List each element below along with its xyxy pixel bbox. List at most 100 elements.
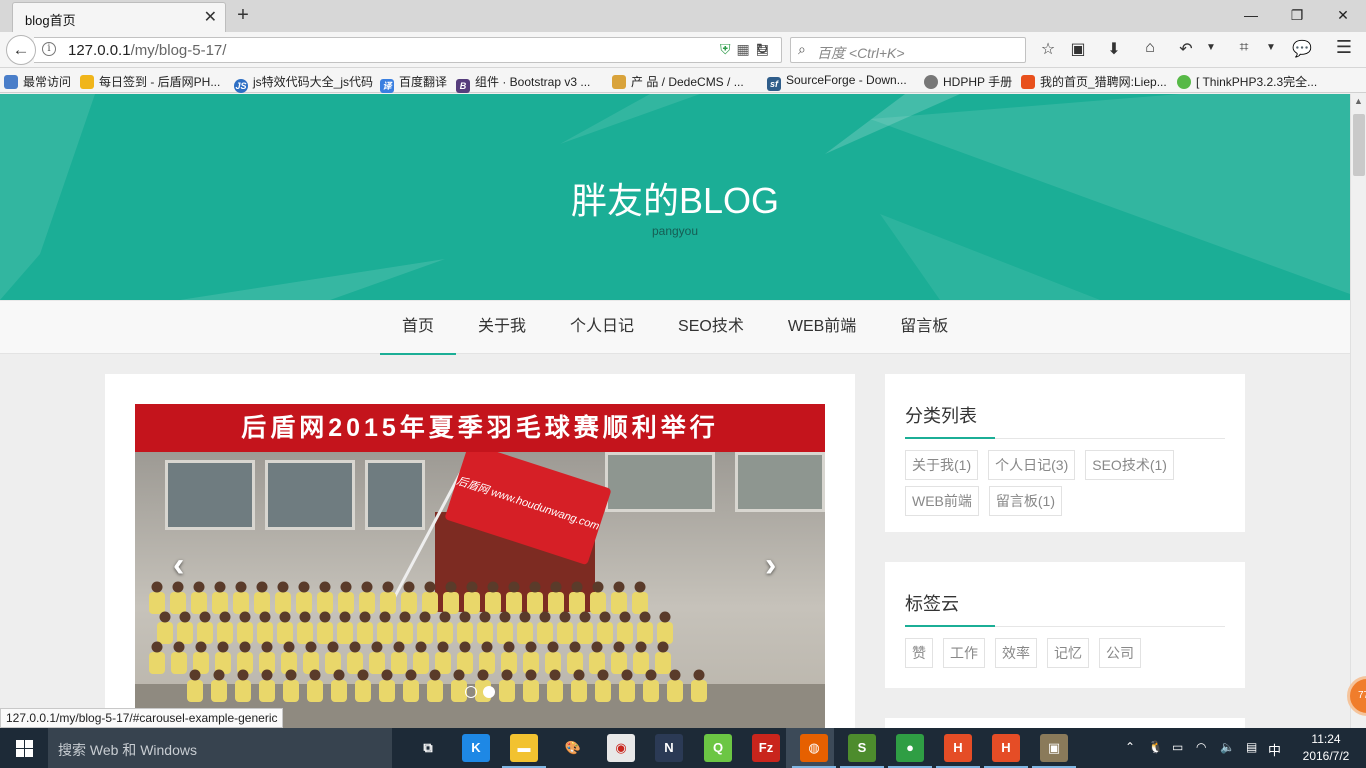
- navicat-icon[interactable]: N: [655, 734, 683, 762]
- star-icon[interactable]: ☆: [1037, 39, 1059, 59]
- ime-indicator[interactable]: 中: [1268, 740, 1281, 759]
- restore-button[interactable]: ❐: [1282, 4, 1312, 26]
- undo-icon[interactable]: ↶: [1175, 39, 1197, 59]
- tab-title: blog首页: [25, 13, 76, 28]
- taskbar-search[interactable]: 搜索 Web 和 Windows: [48, 728, 392, 768]
- tag-chip[interactable]: 公司: [1099, 638, 1141, 668]
- presentation-icon[interactable]: ◉: [607, 734, 635, 762]
- status-link-tooltip: 127.0.0.1/my/blog-5-17/#carousel-example…: [0, 708, 284, 728]
- firefox-icon[interactable]: ◍: [800, 734, 828, 762]
- chrome-icon[interactable]: ●: [896, 734, 924, 762]
- search-placeholder: 百度 <Ctrl+K>: [817, 45, 905, 61]
- dedecms-icon: [612, 75, 626, 89]
- carousel-dot-1[interactable]: [465, 686, 477, 698]
- info-icon[interactable]: i: [42, 42, 56, 56]
- url-bar[interactable]: i 127.0.0.1/my/blog-5-17/ ⛨▦▤: [34, 37, 782, 63]
- task-view-icon[interactable]: ⧉: [414, 734, 442, 762]
- shield-icon: ⛨: [720, 41, 737, 57]
- bookmark-item[interactable]: 译百度翻译: [380, 73, 447, 93]
- windows-start-button[interactable]: [0, 728, 48, 768]
- tag-chip[interactable]: 记忆: [1047, 638, 1089, 668]
- close-tab-icon[interactable]: ✕: [204, 7, 217, 27]
- taskbar-clock[interactable]: 11:24 2016/7/2: [1294, 731, 1358, 765]
- bookmark-item[interactable]: 最常访问: [4, 73, 71, 90]
- tag-chip[interactable]: 工作: [943, 638, 985, 668]
- bookmark-item[interactable]: B 组件 · Bootstrap v3 ...: [456, 73, 590, 93]
- tag-chip[interactable]: 赞: [905, 638, 933, 668]
- blog-title: 胖友的BLOG: [570, 180, 780, 221]
- kugou-icon[interactable]: K: [462, 734, 490, 762]
- qq-tray-icon[interactable]: 🐧: [1148, 740, 1163, 754]
- blog-header: 胖友的BLOG pangyou: [0, 94, 1350, 300]
- home-icon[interactable]: ⌂: [1139, 39, 1161, 57]
- sublime-icon[interactable]: S: [848, 734, 876, 762]
- screenshot-icon[interactable]: ⌗: [1233, 39, 1255, 57]
- bookmark-item[interactable]: sf SourceForge - Down...: [767, 73, 907, 91]
- paint-icon[interactable]: 🎨: [559, 734, 587, 762]
- chevron-up-icon[interactable]: ⌃: [1125, 740, 1135, 754]
- nav-diary[interactable]: 个人日记: [548, 301, 656, 354]
- chat-icon[interactable]: 💬: [1291, 39, 1313, 59]
- hbuilder-icon[interactable]: H: [944, 734, 972, 762]
- qq-game-icon[interactable]: Q: [704, 734, 732, 762]
- battery-icon[interactable]: ▭: [1172, 740, 1183, 754]
- filezilla-icon[interactable]: Fz: [752, 734, 780, 762]
- carousel-prev-icon[interactable]: ‹: [173, 546, 184, 585]
- download-icon[interactable]: ⬇: [1103, 39, 1125, 59]
- new-tab-button[interactable]: +: [233, 4, 253, 26]
- tab-bar: blog首页 ✕ + — ❐ ✕: [0, 0, 1366, 32]
- dropdown-icon-2[interactable]: ▼: [1260, 42, 1282, 53]
- carousel-indicators: [465, 686, 495, 698]
- liepin-icon: [1021, 75, 1035, 89]
- category-chip[interactable]: 关于我(1): [905, 450, 979, 480]
- photo-viewer-icon[interactable]: ▣: [1040, 734, 1068, 762]
- tag-list: 赞 工作 效率 记忆 公司: [905, 638, 1235, 668]
- tag-chip[interactable]: 效率: [995, 638, 1037, 668]
- search-box[interactable]: ⌕ 百度 <Ctrl+K>: [790, 37, 1026, 63]
- hand-icon: [80, 75, 94, 89]
- nav-about[interactable]: 关于我: [456, 301, 548, 354]
- nav-web-frontend[interactable]: WEB前端: [766, 301, 878, 354]
- site-nav: 首页 关于我 个人日记 SEO技术 WEB前端 留言板: [0, 300, 1350, 355]
- hbuilder2-icon[interactable]: H: [992, 734, 1020, 762]
- bookmark-item[interactable]: 我的首页_猎聘网:Liep...: [1021, 73, 1167, 90]
- notification-icon[interactable]: ▤: [1246, 740, 1257, 754]
- bookmark-item[interactable]: 每日签到 - 后盾网PH...: [80, 73, 220, 90]
- image-carousel[interactable]: 后盾网 www.houdunwang.com 后盾网2015年夏季羽毛球赛顺利举…: [135, 404, 825, 728]
- scroll-thumb[interactable]: [1353, 114, 1365, 176]
- carousel-dot-2[interactable]: [483, 686, 495, 698]
- category-chip[interactable]: 个人日记(3): [988, 450, 1076, 480]
- category-chip[interactable]: SEO技术(1): [1085, 450, 1174, 480]
- translate-icon: 译: [380, 79, 394, 93]
- bookmark-item[interactable]: [ ThinkPHP3.2.3完全...: [1177, 73, 1317, 90]
- crowd-photo: [135, 581, 825, 728]
- wifi-icon[interactable]: ◠: [1196, 740, 1206, 754]
- carousel-next-icon[interactable]: ›: [765, 546, 776, 585]
- back-button[interactable]: ←: [6, 35, 36, 65]
- menu-icon[interactable]: ☰: [1333, 37, 1355, 58]
- dropdown-icon[interactable]: ▼: [1200, 42, 1222, 53]
- search-icon: ⌕: [798, 41, 806, 57]
- minimize-button[interactable]: —: [1236, 4, 1266, 26]
- page-scrollbar[interactable]: ▲: [1350, 94, 1366, 728]
- next-widget: [885, 718, 1245, 728]
- reload-icon[interactable]: ↻: [756, 40, 769, 58]
- bookmarks-icon: [4, 75, 18, 89]
- sourceforge-icon: sf: [767, 77, 781, 91]
- nav-guestbook[interactable]: 留言板: [878, 301, 970, 354]
- nav-seo[interactable]: SEO技术: [656, 301, 766, 354]
- bookmark-item[interactable]: JS js特效代码大全_js代码: [234, 73, 373, 93]
- close-window-button[interactable]: ✕: [1328, 4, 1358, 26]
- reading-list-icon[interactable]: ▣: [1067, 39, 1089, 59]
- bookmark-item[interactable]: 产 品 / DedeCMS / ...: [612, 73, 744, 90]
- category-chip[interactable]: 留言板(1): [988, 486, 1063, 516]
- volume-icon[interactable]: 🔈: [1220, 740, 1235, 754]
- nav-home[interactable]: 首页: [380, 301, 457, 355]
- browser-tab[interactable]: blog首页 ✕: [12, 2, 226, 32]
- scroll-up-icon[interactable]: ▲: [1354, 96, 1363, 106]
- url-text[interactable]: 127.0.0.1/my/blog-5-17/: [68, 42, 226, 59]
- file-explorer-icon[interactable]: ▬: [510, 734, 538, 762]
- tag-cloud-widget: 标签云 赞 工作 效率 记忆 公司: [885, 562, 1245, 688]
- bookmark-item[interactable]: HDPHP 手册: [924, 73, 1012, 90]
- category-chip[interactable]: WEB前端: [905, 486, 979, 516]
